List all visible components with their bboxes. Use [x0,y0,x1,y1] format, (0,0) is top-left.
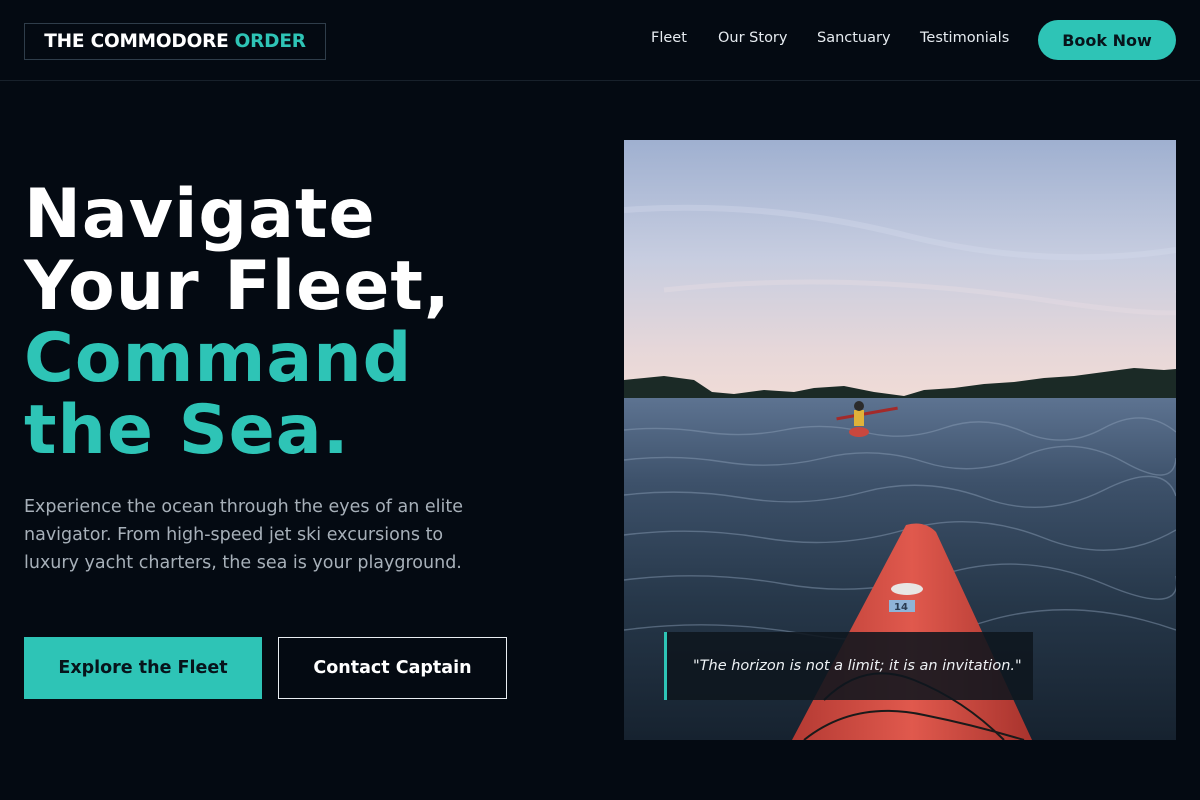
hero-title-accent-line-1: Command [24,319,413,398]
hero-title: Navigate Your Fleet, Command the Sea. [24,179,584,467]
nav-link-our-story[interactable]: Our Story [718,30,787,46]
nav-link-fleet[interactable]: Fleet [651,30,687,46]
contact-captain-button[interactable]: Contact Captain [278,637,507,699]
book-now-button[interactable]: Book Now [1038,20,1176,60]
main-nav: Fleet Our Story Sanctuary Testimonials [0,0,1200,80]
hero-subtitle: Experience the ocean through the eyes of… [24,497,464,573]
landing-page: THE COMMODORE ORDER Fleet Our Story Sanc… [0,0,1200,800]
hero-title-line-2: Your Fleet, [24,247,451,326]
hero-title-accent-line-2: the Sea. [24,391,350,470]
kayak-number: 14 [894,602,908,613]
site-header: THE COMMODORE ORDER Fleet Our Story Sanc… [0,0,1200,81]
quote-card: "The horizon is not a limit; it is an in… [664,632,1033,700]
quote-text: "The horizon is not a limit; it is an in… [693,658,1022,674]
explore-fleet-button[interactable]: Explore the Fleet [24,637,262,699]
nav-link-testimonials[interactable]: Testimonials [920,30,1009,46]
hero-title-line-1: Navigate [24,175,376,254]
nav-link-sanctuary[interactable]: Sanctuary [817,30,891,46]
